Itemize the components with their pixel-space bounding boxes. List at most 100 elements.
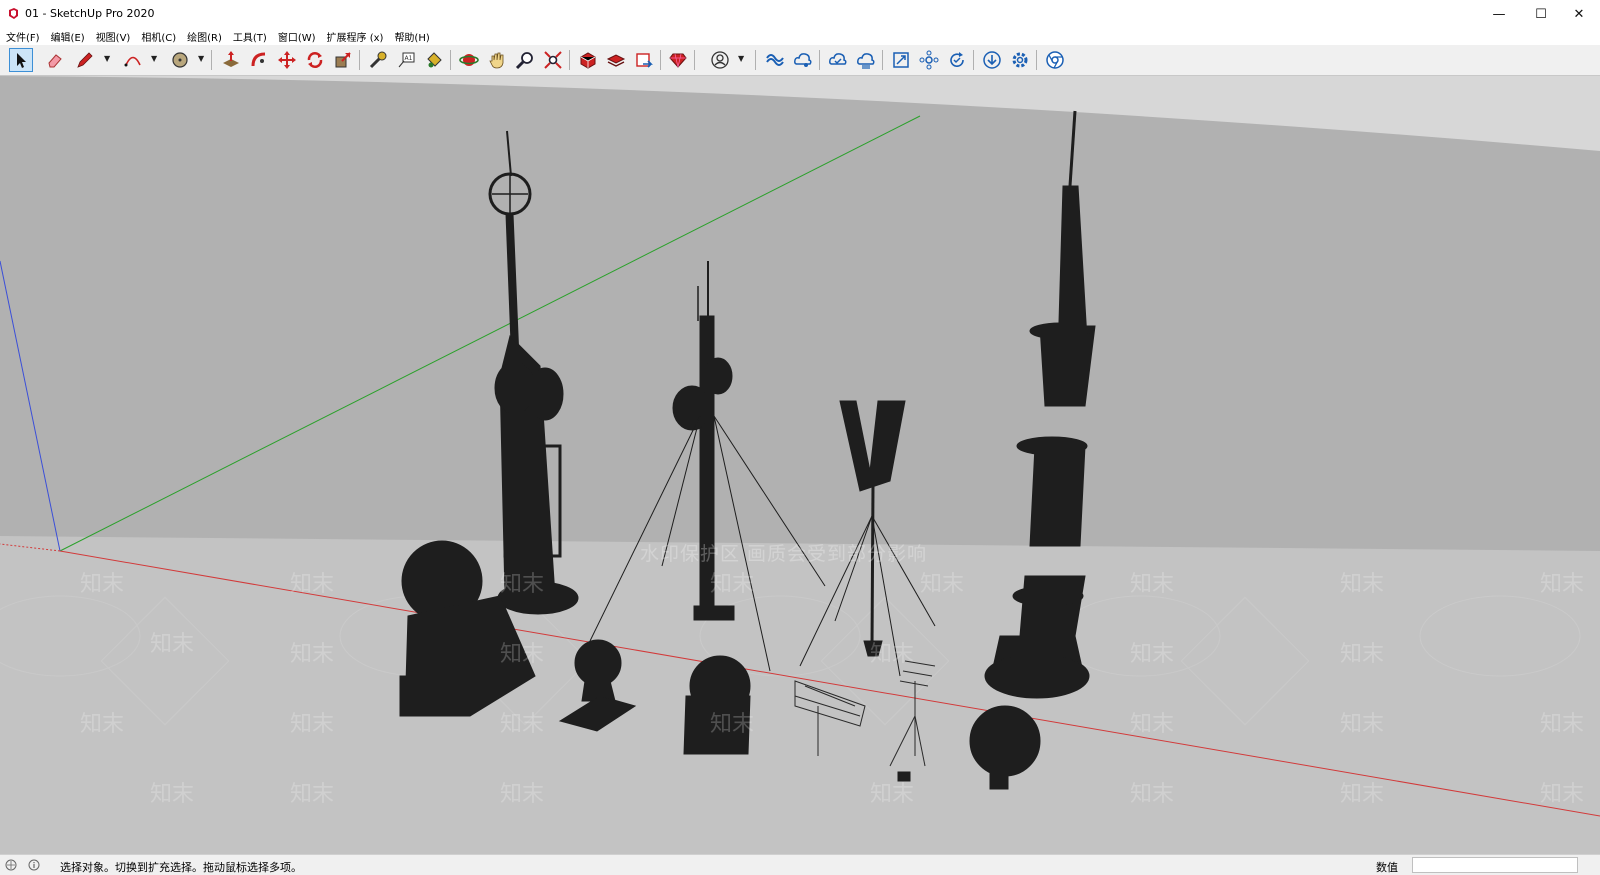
bim-button[interactable] (889, 48, 913, 72)
zoom-extents-icon (544, 51, 562, 69)
menu-bar: 文件(F) 编辑(E) 视图(V) 相机(C) 绘图(R) 工具(T) 窗口(W… (0, 28, 1600, 45)
download-icon (983, 51, 1001, 69)
account-dropdown-icon[interactable]: ▼ (738, 55, 746, 63)
orbit-icon (459, 54, 479, 66)
download-button[interactable] (980, 48, 1004, 72)
watermark-brand: 知末 (500, 572, 545, 597)
watermark-brand: 知末 (870, 642, 915, 667)
trimble-connect-icon (766, 54, 784, 66)
settings-icon (1012, 52, 1028, 68)
info-icon[interactable] (28, 859, 40, 871)
paint-bucket-tool-button[interactable] (422, 48, 446, 72)
pencil-dropdown-icon[interactable]: ▼ (104, 55, 112, 63)
watermark-brand: 知末 (500, 712, 545, 737)
pencil-tool-button[interactable] (73, 48, 97, 72)
close-button[interactable]: ✕ (1558, 3, 1600, 25)
zoom-extents-tool-button[interactable] (541, 48, 565, 72)
menu-edit[interactable]: 编辑(E) (51, 29, 85, 44)
sketchup-logo-icon (9, 8, 18, 19)
measurements-input[interactable] (1412, 857, 1578, 873)
toolbar-divider (973, 50, 974, 70)
3d-warehouse-button[interactable] (576, 48, 600, 72)
watermark-brand: 知末 (80, 572, 125, 597)
model-info-button[interactable] (917, 48, 941, 72)
text-tool-button[interactable]: A1 (394, 48, 418, 72)
cloud-upload-button[interactable] (854, 48, 878, 72)
toolbar-divider (882, 50, 883, 70)
watermark-brand: 知末 (290, 642, 335, 667)
cloud-upload-icon (857, 53, 875, 69)
push-pull-tool-button[interactable] (219, 48, 243, 72)
refresh-icon (950, 52, 964, 67)
select-tool-button[interactable] (9, 48, 33, 72)
settings-button[interactable] (1008, 48, 1032, 72)
arc-dropdown-icon[interactable]: ▼ (151, 55, 159, 63)
move-tool-button[interactable] (275, 48, 299, 72)
pan-tool-button[interactable] (485, 48, 509, 72)
model-viewport[interactable]: 水印保护区 画质会受到部分影响 知末 知末 知末 知末 知末 知末 知末 知末 知末 知末 知末 知末… (0, 76, 1600, 854)
watermark-brand: 知末 (1130, 712, 1175, 737)
toolbar-divider (450, 50, 451, 70)
trimble-connect-button[interactable] (763, 48, 787, 72)
circle-tool-button[interactable] (168, 48, 192, 72)
watermark-brand: 知末 (80, 712, 125, 737)
green-axis (59, 115, 921, 552)
cloud-sync-icon (829, 53, 847, 65)
toolbar-divider (569, 50, 570, 70)
eraser-tool-button[interactable] (43, 48, 67, 72)
menu-tools[interactable]: 工具(T) (233, 29, 267, 44)
watermark-brand: 知末 (150, 632, 195, 657)
geo-location-icon[interactable] (5, 859, 17, 871)
menu-file[interactable]: 文件(F) (6, 29, 40, 44)
follow-me-tool-button[interactable] (247, 48, 271, 72)
menu-view[interactable]: 视图(V) (96, 29, 131, 44)
status-message: 选择对象。切换到扩充选择。拖动鼠标选择多项。 (60, 861, 302, 874)
chrome-button[interactable] (1043, 48, 1067, 72)
orbit-tool-button[interactable] (457, 48, 481, 72)
menu-extensions[interactable]: 扩展程序 (x) (327, 29, 384, 44)
warehouse-icon (580, 52, 596, 69)
menu-draw[interactable]: 绘图(R) (187, 29, 222, 44)
rotate-tool-button[interactable] (303, 48, 327, 72)
menu-help[interactable]: 帮助(H) (394, 29, 429, 44)
menu-camera[interactable]: 相机(C) (141, 29, 176, 44)
status-bar: 选择对象。切换到扩充选择。拖动鼠标选择多项。 数值 (0, 854, 1600, 875)
scale-icon (335, 52, 351, 68)
zoom-tool-button[interactable] (513, 48, 537, 72)
svg-text:A1: A1 (405, 55, 413, 62)
watermark-brand: 知末 (1340, 782, 1385, 807)
toolbar-divider (755, 50, 756, 70)
follow-me-icon (251, 52, 266, 67)
watermark-brand: 知末 (710, 572, 755, 597)
maximize-button[interactable]: ☐ (1520, 3, 1562, 25)
extension-warehouse-icon (606, 54, 626, 67)
watermark-brand: 知末 (1340, 712, 1385, 737)
toolbar-divider (819, 50, 820, 70)
minimize-button[interactable]: — (1478, 3, 1520, 25)
send-to-layout-button[interactable] (632, 48, 656, 72)
arc-tool-button[interactable] (121, 48, 145, 72)
share-model-button[interactable] (791, 48, 815, 72)
watermark-brand: 知末 (920, 572, 965, 597)
watermark-brand: 知末 (1340, 572, 1385, 597)
circle-dropdown-icon[interactable]: ▼ (198, 55, 206, 63)
watermark-brand: 知末 (1130, 572, 1175, 597)
scale-tool-button[interactable] (331, 48, 355, 72)
blue-axis (0, 260, 61, 552)
radome-block[interactable] (683, 655, 751, 755)
maximize-icon: ☐ (1535, 6, 1547, 22)
chrome-icon (1046, 51, 1064, 69)
account-button[interactable] (708, 48, 732, 72)
watermark-brand: 知末 (1340, 642, 1385, 667)
close-icon: ✕ (1573, 6, 1585, 22)
toolbar-divider (211, 50, 212, 70)
menu-window[interactable]: 窗口(W) (278, 29, 316, 44)
cloud-sync-button[interactable] (826, 48, 850, 72)
refresh-button[interactable] (945, 48, 969, 72)
ruby-console-button[interactable] (666, 48, 690, 72)
tape-measure-tool-button[interactable] (366, 48, 390, 72)
extension-warehouse-button[interactable] (604, 48, 628, 72)
watermark-text: 水印保护区 画质会受到部分影响 (640, 543, 928, 565)
watermark-brand: 知末 (290, 712, 335, 737)
watermark-brand: 知末 (1130, 782, 1175, 807)
